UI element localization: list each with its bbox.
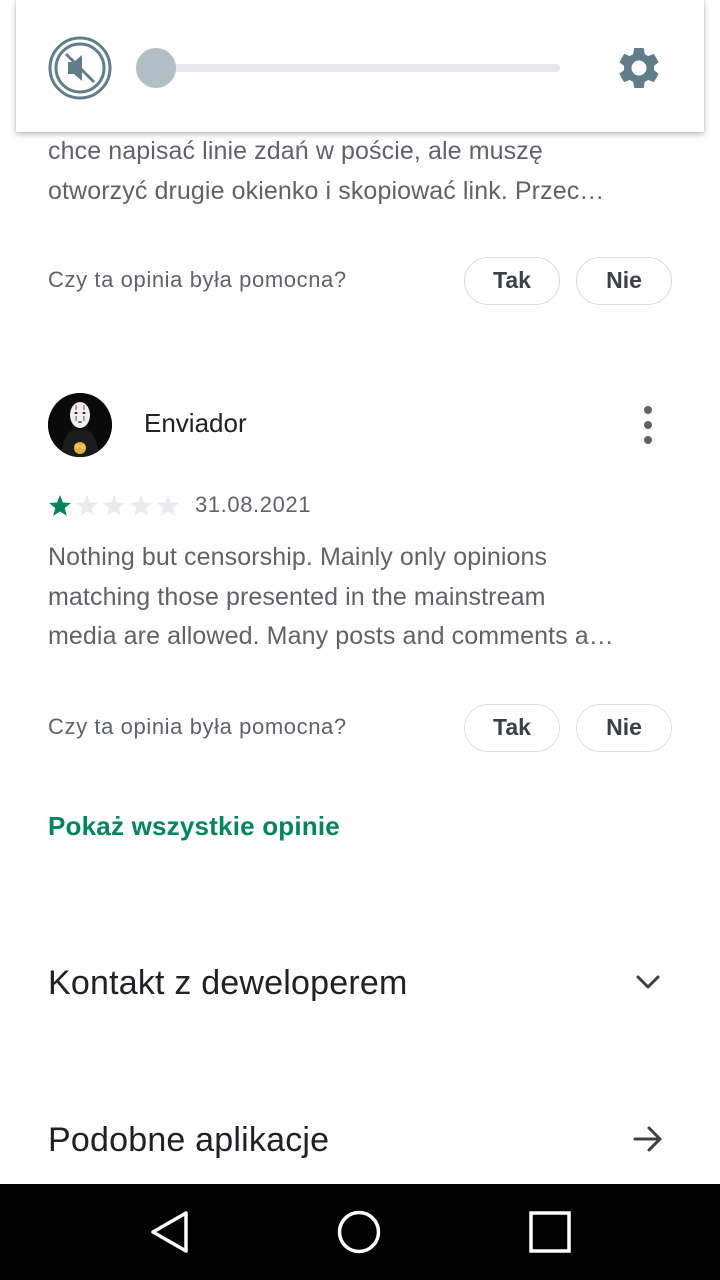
avatar: [48, 393, 112, 457]
developer-contact-section[interactable]: Kontakt z deweloperem: [48, 958, 672, 1006]
review-text: Nothing but censorship. Mainly only opin…: [48, 538, 672, 657]
helpful-no-button[interactable]: Nie: [576, 704, 672, 752]
home-button[interactable]: [335, 1208, 383, 1256]
section-title: Podobne aplikacje: [48, 1121, 330, 1159]
helpful-question: Czy ta opinia była pomocna?: [48, 267, 347, 292]
star-filled-icon: [49, 495, 71, 516]
review-text-line: chce napisać linie zdań w poście, ale mu…: [48, 137, 543, 165]
review-more-options-button[interactable]: [636, 404, 660, 446]
section-title: Kontakt z deweloperem: [48, 964, 408, 1002]
system-navigation-bar: [0, 1184, 720, 1280]
volume-slider-track[interactable]: [156, 64, 560, 72]
review-text-line: matching those presented in the mainstre…: [48, 582, 546, 611]
show-all-reviews-link[interactable]: Pokaż wszystkie opinie: [48, 811, 340, 842]
review-helpful-row: Czy ta opinia była pomocna? Tak Nie: [48, 704, 672, 752]
star-empty-icon: [130, 495, 152, 516]
star-rating: [48, 494, 180, 518]
recents-square-icon: [529, 1211, 571, 1253]
previous-review-text: chce napisać linie zdań w poście, ale mu…: [48, 132, 672, 211]
reviewer-name[interactable]: Enviador: [144, 408, 247, 439]
review-text-line: otworzyć drugie okienko i skopiować link…: [48, 176, 605, 205]
previous-review-helpful-row: Czy ta opinia była pomocna? Tak Nie: [48, 257, 672, 305]
helpful-yes-button[interactable]: Tak: [464, 704, 560, 752]
volume-off-icon: [48, 36, 112, 100]
back-button[interactable]: [146, 1208, 194, 1256]
chevron-down-icon: [636, 975, 660, 989]
helpful-no-button[interactable]: Nie: [576, 257, 672, 305]
helpful-yes-button[interactable]: Tak: [464, 257, 560, 305]
sound-settings-button[interactable]: [614, 43, 664, 93]
similar-apps-section[interactable]: Podobne aplikacje: [48, 1115, 672, 1163]
star-empty-icon: [103, 495, 125, 516]
volume-panel: [16, 0, 704, 132]
star-empty-icon: [76, 495, 98, 516]
review-date: 31.08.2021: [195, 492, 312, 517]
back-triangle-icon: [151, 1211, 188, 1253]
gear-icon: [619, 47, 659, 88]
review-text-line: Nothing but censorship. Mainly only opin…: [48, 543, 548, 571]
review-text-line: media are allowed. Many posts and commen…: [48, 622, 614, 650]
arrow-right-icon: [633, 1126, 662, 1152]
avatar-image: [48, 393, 112, 457]
star-empty-icon: [157, 495, 179, 516]
volume-slider-thumb[interactable]: [136, 48, 176, 88]
helpful-question: Czy ta opinia była pomocna?: [48, 714, 347, 739]
mute-toggle-button[interactable]: [48, 36, 112, 100]
recents-button[interactable]: [526, 1208, 574, 1256]
home-circle-icon: [337, 1210, 381, 1254]
star-rating-icons: [49, 495, 179, 516]
more-vertical-icon: [644, 406, 652, 444]
